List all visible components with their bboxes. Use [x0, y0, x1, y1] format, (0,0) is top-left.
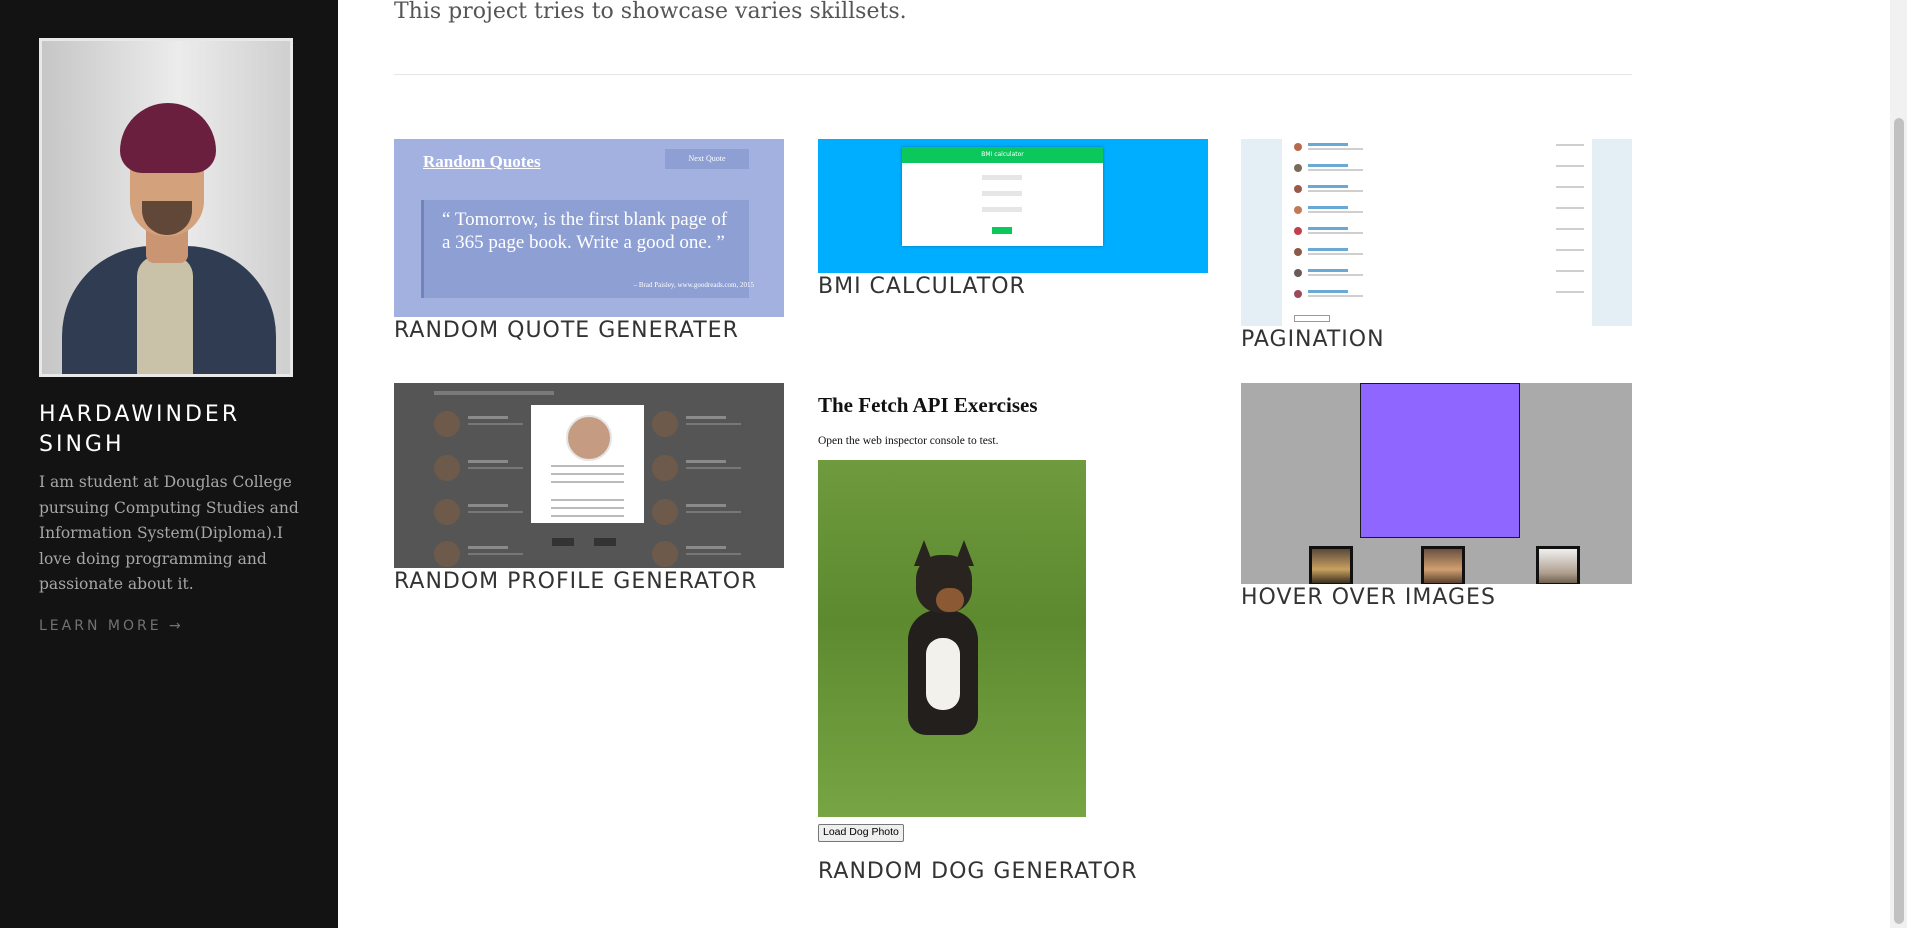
fetch-title: The Fetch API Exercises: [818, 393, 1038, 417]
list-item: [1294, 227, 1584, 237]
project-thumbnail-bmi: BMI calculator: [818, 139, 1208, 273]
pagination-list: [1282, 139, 1592, 326]
scrollbar[interactable]: [1890, 0, 1907, 928]
learn-more-link[interactable]: LEARN MORE →: [39, 618, 184, 634]
profile-bio: I am student at Douglas College pursuing…: [39, 473, 299, 593]
project-caption: RANDOM PROFILE GENERATOR: [394, 569, 758, 594]
sidebar: HARDAWINDER SINGH I am student at Dougla…: [0, 0, 338, 928]
load-dog-photo-button[interactable]: Load Dog Photo: [818, 824, 904, 842]
list-item: [1294, 269, 1584, 279]
dog-photo: [818, 460, 1086, 817]
project-card-hover-images[interactable]: HOVER OVER IMAGES: [1241, 383, 1632, 613]
next-button: [594, 538, 616, 546]
bmi-heading: BMI calculator: [902, 147, 1103, 163]
list-item: [652, 499, 742, 529]
project-card-random-dog[interactable]: The Fetch API Exercises Open the web ins…: [818, 383, 1208, 893]
hover-preview: [1360, 383, 1520, 538]
project-thumbnail-random-quote: Random Quotes Next Quote “ Tomorrow, is …: [394, 139, 784, 317]
list-item: [1294, 164, 1584, 174]
list-item: [652, 455, 742, 485]
scrollbar-thumb[interactable]: [1894, 118, 1904, 924]
profile-photo: [39, 38, 293, 377]
list-item: [652, 411, 742, 441]
project-caption: HOVER OVER IMAGES: [1241, 585, 1496, 610]
list-item: [1294, 206, 1584, 216]
thumbnail-image: [1536, 546, 1580, 584]
project-card-bmi-calculator[interactable]: BMI calculator BMI CALCULATOR: [818, 139, 1208, 309]
list-item: [434, 411, 524, 441]
fetch-subtitle: Open the web inspector console to test.: [818, 435, 999, 447]
project-caption: BMI CALCULATOR: [818, 274, 1026, 299]
project-card-random-quote[interactable]: Random Quotes Next Quote “ Tomorrow, is …: [394, 139, 784, 354]
profile-modal: [531, 405, 644, 523]
list-item: [434, 455, 524, 485]
project-thumbnail-hover-images: [1241, 383, 1632, 584]
list-item: [1294, 185, 1584, 195]
project-caption: PAGINATION: [1241, 327, 1385, 352]
bmi-submit-button: [992, 227, 1012, 234]
list-item: [1294, 143, 1584, 153]
bmi-result-field: [982, 207, 1022, 212]
project-card-random-profile[interactable]: RANDOM PROFILE GENERATOR: [394, 383, 784, 598]
list-item: [1294, 248, 1584, 258]
project-caption: RANDOM DOG GENERATOR: [818, 859, 1138, 884]
project-card-pagination[interactable]: PAGINATION: [1241, 139, 1632, 361]
thumbnail-image: [1309, 546, 1353, 584]
next-quote-button: Next Quote: [665, 149, 749, 169]
list-item: [434, 499, 524, 529]
quote-author: – Brad Paisley, www.goodreads.com, 2015: [633, 281, 754, 289]
list-item: [434, 541, 524, 568]
list-item: [652, 541, 742, 568]
prev-button: [552, 538, 574, 546]
quote-text: “ Tomorrow, is the first blank page of a…: [442, 209, 728, 253]
project-thumbnail-random-profile: [394, 383, 784, 568]
bmi-weight-field: [982, 175, 1022, 180]
profile-name: HARDAWINDER SINGH: [39, 402, 241, 457]
avatar: [566, 415, 612, 461]
pagination-controls: [1294, 315, 1330, 322]
intro-text: This project tries to showcase varies sk…: [394, 0, 907, 24]
list-item: [1294, 290, 1584, 300]
bmi-panel: BMI calculator: [902, 147, 1103, 246]
divider: [394, 74, 1632, 75]
bmi-height-field: [982, 191, 1022, 196]
thumbnail-image: [1421, 546, 1465, 584]
project-thumbnail-pagination: [1241, 139, 1632, 326]
project-caption: RANDOM QUOTE GENERATER: [394, 318, 739, 343]
quote-app-title: Random Quotes: [423, 152, 541, 171]
project-thumbnail-random-dog: The Fetch API Exercises Open the web ins…: [818, 383, 1208, 853]
